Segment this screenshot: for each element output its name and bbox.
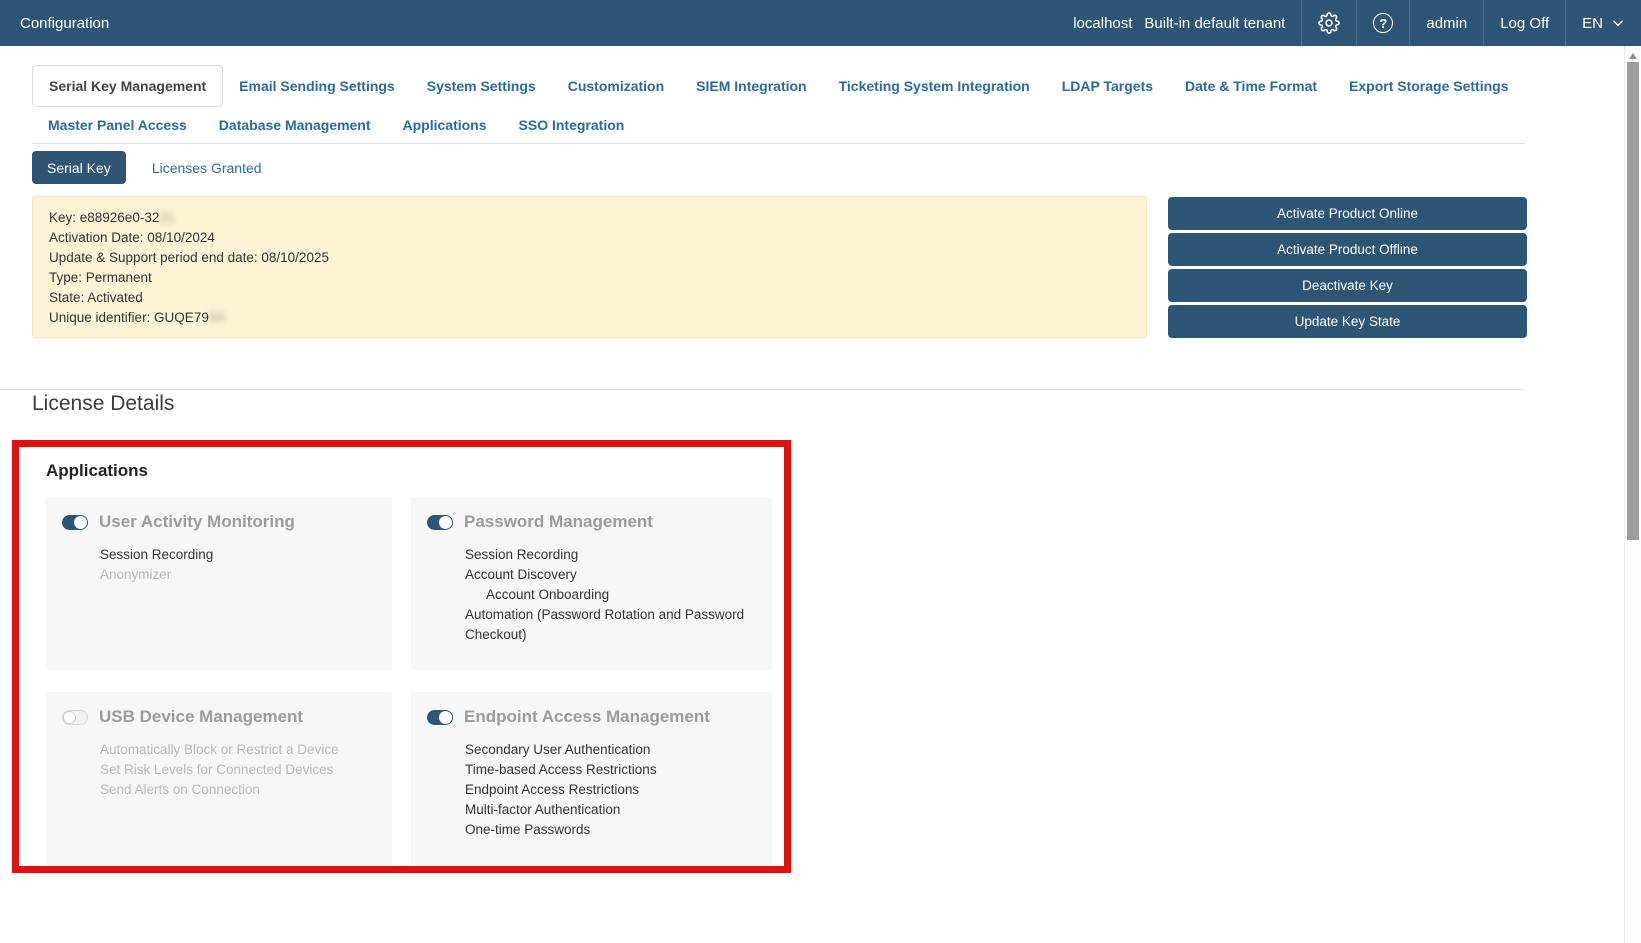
feature-item: Multi-factor Authentication [465, 802, 621, 817]
card-title: Password Management [464, 512, 653, 531]
activate-product-offline-button[interactable]: Activate Product Offline [1168, 233, 1527, 266]
tab-applications[interactable]: Applications [387, 107, 503, 143]
chevron-down-icon [1603, 16, 1625, 30]
tenant-label: Built-in default tenant [1144, 14, 1286, 32]
card-header: Password Management [427, 512, 756, 532]
applications-heading: Applications [46, 461, 149, 480]
highlight-red-box: Applications User Activity Monitoring Ses… [12, 440, 791, 873]
feature-item: Anonymizer [100, 567, 172, 582]
feature-item: Endpoint Access Restrictions [465, 782, 640, 797]
feature-item: Session Recording [465, 547, 579, 562]
toggle-endpoint-access-management[interactable] [427, 709, 453, 725]
license-details-heading: License Details [32, 392, 175, 415]
card-header: User Activity Monitoring [62, 512, 376, 532]
toggle-password-management[interactable] [427, 514, 453, 530]
redacted-text: 21 [159, 210, 175, 225]
key-info-line: Unique identifier: GUQE795X [49, 310, 226, 325]
tabs-row-2: Master Panel Access Database Management Ap… [32, 107, 1525, 143]
deactivate-key-button[interactable]: Deactivate Key [1168, 269, 1527, 302]
app-card-endpoint-access-management: Endpoint Access Management Secondary User… [411, 692, 772, 865]
app-card-password-management: Password Management Session Recording Acco… [411, 497, 772, 670]
key-info-line: State: Activated [49, 290, 143, 305]
language-label: EN [1582, 14, 1603, 32]
tabs-row-1: Serial Key Management Email Sending Setti… [32, 65, 1525, 107]
tab-system-settings[interactable]: System Settings [411, 68, 552, 104]
serial-key-info-box: Key: e88926e0-3221 Activation Date: 08/10… [32, 196, 1147, 338]
user-menu[interactable]: admin [1409, 0, 1483, 46]
settings-button[interactable] [1301, 0, 1356, 46]
help-button[interactable]: ? [1356, 0, 1409, 46]
app-header: Configuration localhost Built-in default… [0, 0, 1641, 46]
licenses-granted-subtab[interactable]: Licenses Granted [152, 160, 262, 176]
tab-sso-integration[interactable]: SSO Integration [503, 107, 641, 143]
tab-database-management[interactable]: Database Management [203, 107, 387, 143]
section-divider [0, 389, 1524, 390]
toggle-knob [74, 515, 87, 529]
gear-icon [1318, 12, 1341, 34]
card-header: Endpoint Access Management [427, 707, 756, 727]
header-right-group: localhost Built-in default tenant ? admi… [1057, 0, 1641, 46]
app-card-usb-device-management: USB Device Management Automatically Block… [46, 692, 392, 865]
host-label: localhost [1073, 14, 1133, 32]
toggle-knob [439, 515, 452, 529]
card-feature-list: Automatically Block or Restrict a Device… [100, 740, 376, 800]
feature-item: Automatically Block or Restrict a Device [100, 742, 339, 757]
card-title: User Activity Monitoring [99, 512, 295, 531]
card-title: Endpoint Access Management [464, 707, 710, 726]
feature-item: Account Onboarding [486, 587, 610, 602]
feature-item: Account Discovery [465, 567, 577, 582]
card-title: USB Device Management [99, 707, 304, 726]
help-icon: ? [1373, 13, 1394, 33]
feature-item: Time-based Access Restrictions [465, 762, 657, 777]
tab-siem-integration[interactable]: SIEM Integration [680, 68, 822, 104]
tab-customization[interactable]: Customization [552, 68, 680, 104]
toggle-knob [439, 710, 452, 724]
configuration-tabs: Serial Key Management Email Sending Setti… [32, 65, 1525, 144]
feature-item: Automation (Password Rotation and Passwo… [465, 607, 745, 642]
feature-item: One-time Passwords [465, 822, 591, 837]
toggle-knob [63, 710, 76, 724]
log-off-button[interactable]: Log Off [1483, 0, 1565, 46]
page-title: Configuration [20, 14, 110, 32]
feature-item: Secondary User Authentication [465, 742, 651, 757]
vertical-scrollbar[interactable] [1624, 46, 1641, 943]
activate-product-online-button[interactable]: Activate Product Online [1168, 197, 1527, 230]
scrollbar-thumb[interactable] [1627, 62, 1639, 540]
tab-email-sending-settings[interactable]: Email Sending Settings [223, 68, 411, 104]
tab-ldap-targets[interactable]: LDAP Targets [1046, 68, 1169, 104]
card-feature-list: Secondary User Authentication Time-based … [465, 740, 756, 840]
serial-key-subtabs: Serial Key Licenses Granted [32, 151, 262, 184]
key-info-line: Key: e88926e0-3221 [49, 210, 175, 225]
toggle-usb-device-management[interactable] [62, 709, 88, 725]
key-info-line: Update & Support period end date: 08/10/… [49, 250, 329, 265]
card-feature-list: Session Recording Account Discovery Accoun… [465, 545, 756, 645]
scroll-up-icon[interactable] [1629, 53, 1637, 59]
tab-master-panel-access[interactable]: Master Panel Access [32, 107, 203, 143]
key-action-buttons: Activate Product Online Activate Product … [1168, 197, 1527, 338]
app-card-user-activity-monitoring: User Activity Monitoring Session Recordin… [46, 497, 392, 670]
tab-ticketing-system-integration[interactable]: Ticketing System Integration [823, 68, 1046, 104]
update-key-state-button[interactable]: Update Key State [1168, 305, 1527, 338]
feature-item: Send Alerts on Connection [100, 782, 260, 797]
application-cards-grid: User Activity Monitoring Session Recordin… [46, 497, 784, 865]
card-header: USB Device Management [62, 707, 376, 727]
key-info-line: Type: Permanent [49, 270, 152, 285]
tab-date-time-format[interactable]: Date & Time Format [1169, 68, 1333, 104]
tab-export-storage-settings[interactable]: Export Storage Settings [1333, 68, 1524, 104]
redacted-text: 5X [208, 310, 226, 325]
feature-item: Session Recording [100, 547, 214, 562]
key-info-line: Activation Date: 08/10/2024 [49, 230, 215, 245]
language-switcher[interactable]: EN [1565, 0, 1641, 46]
card-feature-list: Session Recording Anonymizer [100, 545, 376, 585]
toggle-user-activity-monitoring[interactable] [62, 514, 88, 530]
feature-item: Set Risk Levels for Connected Devices [100, 762, 334, 777]
serial-key-subtab[interactable]: Serial Key [32, 151, 126, 184]
tab-serial-key-management[interactable]: Serial Key Management [32, 65, 224, 107]
